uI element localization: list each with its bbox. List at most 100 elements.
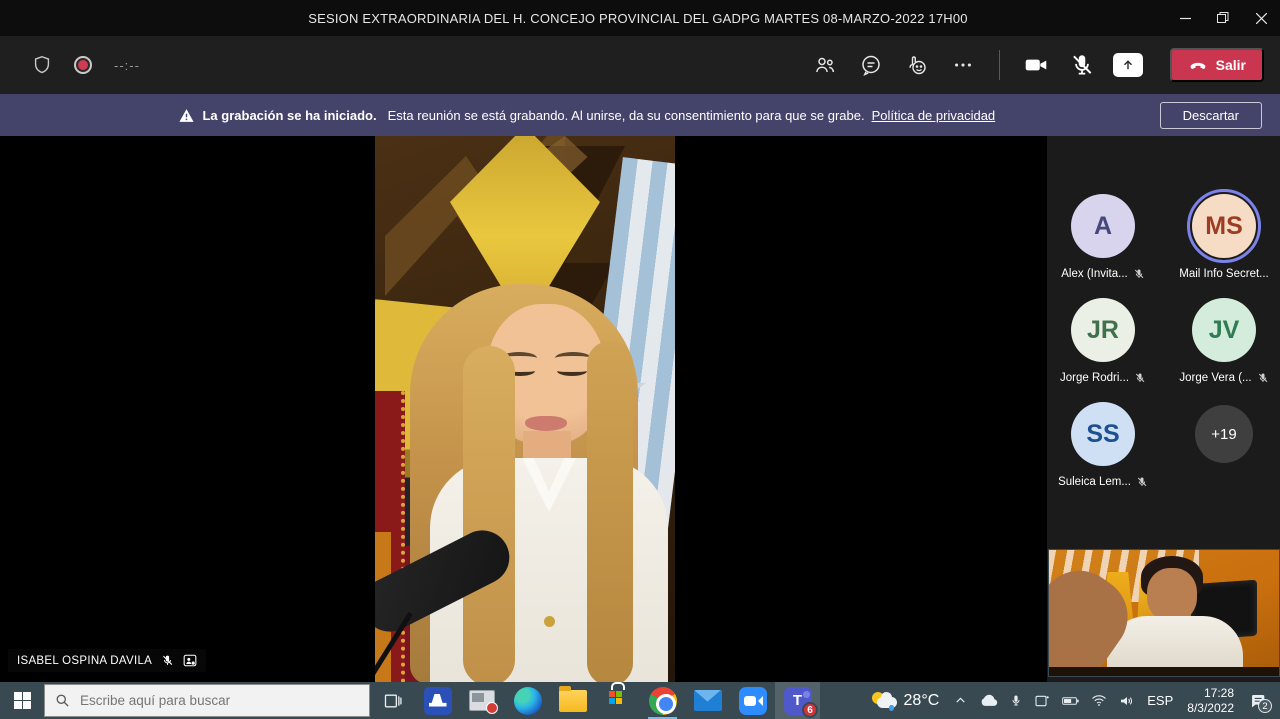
volume-icon[interactable] xyxy=(1114,682,1140,719)
active-speaker-name: ISABEL OSPINA DAVILA xyxy=(17,655,152,667)
taskbar-app-store[interactable] xyxy=(595,682,640,719)
camera-on-icon[interactable] xyxy=(1018,47,1054,83)
teams-notification-badge: 6 xyxy=(802,702,818,718)
more-options-icon[interactable] xyxy=(945,47,981,83)
self-view-video[interactable] xyxy=(1048,549,1280,677)
mic-muted-icon xyxy=(161,654,174,667)
participant-tile[interactable]: SS Suleica Lem... xyxy=(1062,402,1144,490)
share-screen-icon[interactable] xyxy=(1110,47,1146,83)
leave-button-label: Salir xyxy=(1216,57,1246,73)
clock[interactable]: 17:28 8/3/2022 xyxy=(1180,686,1241,716)
temperature: 28°C xyxy=(904,692,940,710)
close-button[interactable] xyxy=(1242,0,1280,36)
self-face xyxy=(1147,568,1197,622)
taskbar-app-chrome[interactable] xyxy=(640,682,685,719)
weather-widget[interactable]: 28°C xyxy=(863,691,948,711)
main-video xyxy=(375,136,675,682)
avatar: JV xyxy=(1192,298,1256,362)
windows-logo-icon xyxy=(14,692,31,709)
participant-name: Jorge Vera (... xyxy=(1179,372,1251,384)
taskbar-app-teams[interactable]: T 6 xyxy=(775,682,820,719)
weather-icon xyxy=(871,691,897,711)
microsoft-edge-icon xyxy=(514,687,542,715)
tablet-device-icon[interactable] xyxy=(1029,682,1055,719)
start-button[interactable] xyxy=(0,682,44,719)
overflow-participants-tile[interactable]: +19 xyxy=(1183,402,1265,490)
leave-button[interactable]: Salir xyxy=(1170,48,1264,82)
system-tray: 28°C ESP 17 xyxy=(863,682,1280,719)
wifi-icon[interactable] xyxy=(1086,682,1112,719)
taskbar-app-edge[interactable] xyxy=(505,682,550,719)
meeting-timer: --:-- xyxy=(114,58,140,73)
task-view-button[interactable] xyxy=(370,682,415,719)
recording-banner: La grabación se ha iniciado. Esta reunió… xyxy=(0,94,1280,136)
mail-icon xyxy=(694,690,722,711)
dismiss-button[interactable]: Descartar xyxy=(1160,102,1262,129)
meeting-title: SESION EXTRAORDINARIA DEL H. CONCEJO PRO… xyxy=(0,11,1166,26)
file-explorer-icon xyxy=(559,690,587,712)
restore-button[interactable] xyxy=(1204,0,1242,36)
desk-edge xyxy=(1049,667,1279,676)
banner-message: Esta reunión se está grabando. Al unirse… xyxy=(388,108,865,123)
tray-microphone-icon[interactable] xyxy=(1005,682,1027,719)
participants-panel: A Alex (Invita... MS Mail Info Secret...… xyxy=(1047,136,1280,682)
taskbar-app-zoom[interactable] xyxy=(730,682,775,719)
action-center-button[interactable]: 2 xyxy=(1243,682,1276,719)
main-video-area: ISABEL OSPINA DAVILA xyxy=(0,136,1047,682)
tray-date: 8/3/2022 xyxy=(1187,701,1234,716)
search-input[interactable] xyxy=(80,693,320,708)
banner-headline: La grabación se ha iniciado. xyxy=(202,108,376,123)
toolbar-right: Salir xyxy=(807,47,1264,83)
participant-name: Alex (Invita... xyxy=(1061,268,1127,280)
hidden-icons-chevron[interactable] xyxy=(949,682,972,719)
google-chrome-icon xyxy=(649,687,677,715)
avatar: SS xyxy=(1071,402,1135,466)
speaker-hair-strand xyxy=(463,346,515,682)
notification-count-badge: 2 xyxy=(1258,699,1272,713)
minimize-button[interactable] xyxy=(1166,0,1204,36)
recording-banner-text: La grabación se ha iniciado. Esta reunió… xyxy=(14,107,1160,124)
taskbar-search[interactable] xyxy=(44,684,370,717)
taskbar-app-screen-recorder[interactable] xyxy=(460,682,505,719)
meeting-toolbar: --:-- xyxy=(0,36,1280,94)
battery-icon[interactable] xyxy=(1057,682,1084,719)
recording-indicator-icon xyxy=(74,56,92,74)
mic-muted-icon[interactable] xyxy=(1064,47,1100,83)
taskbar-app-file-explorer[interactable] xyxy=(550,682,595,719)
tray-time: 17:28 xyxy=(1187,686,1234,701)
participant-tile[interactable]: JR Jorge Rodri... xyxy=(1062,298,1144,386)
participant-name: Suleica Lem... xyxy=(1058,476,1131,488)
avatar: JR xyxy=(1071,298,1135,362)
warning-icon xyxy=(178,107,195,124)
toolbar-left: --:-- xyxy=(24,47,140,83)
participants-row: A Alex (Invita... MS Mail Info Secret... xyxy=(1047,194,1280,282)
participant-tile[interactable]: A Alex (Invita... xyxy=(1062,194,1144,282)
windows-taskbar: T 6 28°C xyxy=(0,682,1280,719)
chat-icon[interactable] xyxy=(853,47,889,83)
participants-icon[interactable] xyxy=(807,47,843,83)
privacy-policy-link[interactable]: Política de privacidad xyxy=(872,108,996,123)
mic-muted-icon xyxy=(1134,372,1146,384)
participant-tile[interactable]: MS Mail Info Secret... xyxy=(1183,194,1265,282)
avatar-speaking: MS xyxy=(1192,194,1256,258)
security-shield-icon[interactable] xyxy=(24,47,60,83)
active-speaker-name-tag: ISABEL OSPINA DAVILA xyxy=(8,649,206,672)
taskbar-app-scanner[interactable] xyxy=(415,682,460,719)
participants-row: JR Jorge Rodri... JV Jorge Vera (... xyxy=(1047,298,1280,386)
teams-meeting-window: SESION EXTRAORDINARIA DEL H. CONCEJO PRO… xyxy=(0,0,1280,719)
window-controls xyxy=(1166,0,1280,36)
toolbar-divider xyxy=(999,50,1000,80)
participant-tile[interactable]: JV Jorge Vera (... xyxy=(1183,298,1265,386)
search-icon xyxy=(55,693,70,708)
overflow-count-avatar: +19 xyxy=(1195,405,1253,463)
participant-name: Mail Info Secret... xyxy=(1179,268,1268,280)
onedrive-icon[interactable] xyxy=(974,682,1003,719)
spotlight-icon xyxy=(183,654,197,667)
language-indicator[interactable]: ESP xyxy=(1142,682,1178,719)
reactions-icon[interactable] xyxy=(899,47,935,83)
participants-row: SS Suleica Lem... +19 xyxy=(1047,402,1280,490)
taskbar-app-mail[interactable] xyxy=(685,682,730,719)
mic-muted-icon xyxy=(1133,268,1145,280)
mic-muted-icon xyxy=(1136,476,1148,488)
scanner-app-icon xyxy=(424,687,452,715)
